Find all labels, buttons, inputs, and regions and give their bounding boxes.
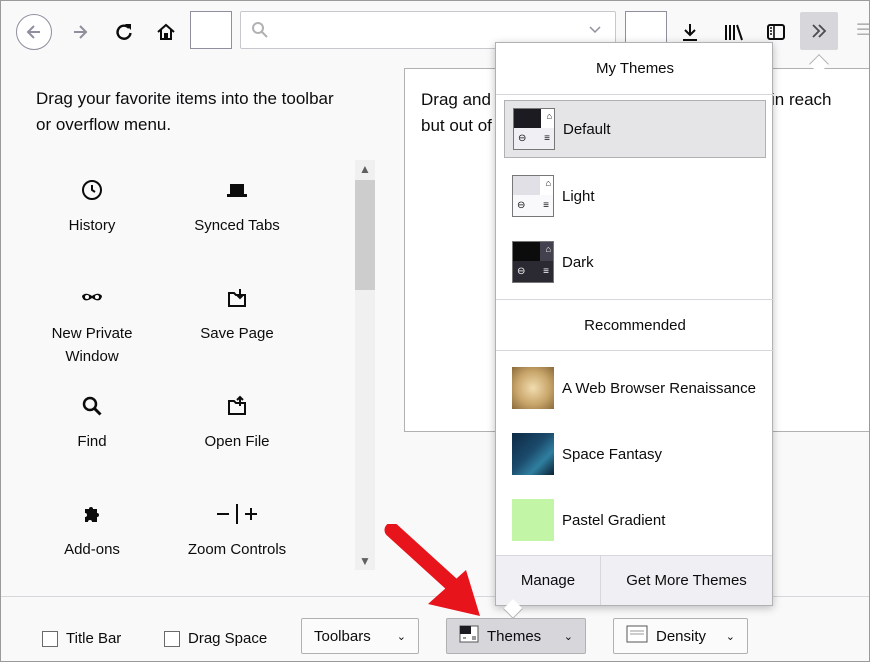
clock-icon bbox=[27, 178, 157, 206]
palette-item-label: Add-ons bbox=[64, 541, 120, 558]
forward-arrow-icon bbox=[74, 25, 88, 39]
recommended-heading: Recommended bbox=[584, 317, 686, 334]
my-themes-heading: My Themes bbox=[595, 60, 675, 77]
themes-popup: My Themes ⌂ ⊖ ≡ Default ⌂ ⊖ ≡ Light ⌂ ⊖ ≡ D… bbox=[495, 42, 774, 606]
theme-label: Space Fantasy bbox=[562, 445, 663, 463]
theme-space-fantasy[interactable]: Space Fantasy bbox=[504, 425, 766, 483]
default-theme-thumbnail: ⌂ ⊖ ≡ bbox=[513, 108, 555, 150]
magnifier-icon bbox=[27, 394, 157, 422]
checkbox-box[interactable] bbox=[164, 630, 180, 647]
open-file-icon bbox=[172, 394, 302, 422]
palette-item-label: New Private Window bbox=[51, 325, 133, 365]
palette-item-private-window[interactable]: New Private Window bbox=[27, 286, 157, 368]
palette-item-label: Zoom Controls bbox=[187, 541, 287, 558]
theme-label: Dark bbox=[562, 253, 594, 271]
density-icon bbox=[626, 625, 648, 647]
theme-label: Light bbox=[562, 187, 595, 205]
caret-down-icon: ⌄ bbox=[725, 630, 735, 643]
dark-theme-thumbnail: ⌂ ⊖ ≡ bbox=[512, 241, 554, 283]
sidebar-icon bbox=[767, 24, 785, 40]
back-button[interactable] bbox=[16, 14, 52, 50]
palette-item-history[interactable]: History bbox=[27, 178, 157, 237]
menu-edge-icon[interactable]: ☰ bbox=[856, 20, 870, 40]
overflow-chevrons-icon bbox=[812, 24, 827, 38]
scroll-up-icon[interactable]: ▲ bbox=[359, 162, 371, 176]
title-bar-checkbox[interactable]: Title Bar bbox=[42, 630, 121, 647]
drag-space-checkbox[interactable]: Drag Space bbox=[164, 630, 267, 647]
reload-icon bbox=[116, 24, 132, 40]
separator bbox=[496, 94, 774, 95]
palette-item-label: Find bbox=[77, 433, 107, 450]
theme-default[interactable]: ⌂ ⊖ ≡ Default bbox=[504, 100, 766, 158]
chevron-down-icon[interactable] bbox=[587, 21, 603, 37]
private-mask-icon bbox=[27, 286, 157, 314]
puzzle-icon bbox=[27, 502, 157, 530]
separator bbox=[496, 350, 774, 351]
light-theme-thumbnail: ⌂ ⊖ ≡ bbox=[512, 175, 554, 217]
manage-themes-button[interactable]: Manage bbox=[496, 556, 601, 605]
themes-popup-footer: Manage Get More Themes bbox=[496, 555, 772, 605]
theme-pastel-gradient[interactable]: Pastel Gradient bbox=[504, 491, 766, 549]
checkbox-box[interactable] bbox=[42, 630, 58, 647]
zoom-icon bbox=[172, 502, 302, 530]
home-button[interactable] bbox=[150, 16, 182, 48]
flexible-space-placeholder[interactable] bbox=[190, 11, 232, 49]
reload-button[interactable] bbox=[108, 16, 140, 48]
palette-item-label: History bbox=[68, 217, 116, 234]
palette-item-label: Open File bbox=[204, 433, 270, 450]
red-annotation-arrow-icon bbox=[384, 524, 480, 616]
checkbox-label: Drag Space bbox=[188, 630, 268, 647]
overflow-panel-text: Drag and but out of bbox=[421, 90, 492, 135]
palette-item-save-page[interactable]: Save Page bbox=[172, 286, 302, 345]
back-arrow-icon bbox=[26, 25, 40, 39]
theme-light[interactable]: ⌂ ⊖ ≡ Light bbox=[504, 167, 766, 225]
caret-down-icon: ⌄ bbox=[563, 630, 573, 643]
theme-renaissance[interactable]: A Web Browser Renaissance bbox=[504, 359, 766, 417]
theme-dark[interactable]: ⌂ ⊖ ≡ Dark bbox=[504, 233, 766, 291]
separator bbox=[496, 299, 774, 300]
palette-item-open-file[interactable]: Open File bbox=[172, 394, 302, 453]
theme-label: A Web Browser Renaissance bbox=[562, 379, 756, 397]
palette-item-zoom-controls[interactable]: Zoom Controls bbox=[172, 502, 302, 561]
save-page-icon bbox=[172, 286, 302, 314]
palette-instructions: Drag your favorite items into the toolba… bbox=[36, 89, 334, 134]
home-icon bbox=[157, 23, 175, 40]
dropdown-label: Toolbars bbox=[314, 627, 371, 645]
palette-item-synced-tabs[interactable]: Synced Tabs bbox=[172, 178, 302, 237]
checkbox-label: Title Bar bbox=[66, 630, 122, 647]
palette-item-label: Synced Tabs bbox=[194, 217, 280, 234]
forward-button[interactable] bbox=[64, 16, 96, 48]
scroll-thumb[interactable] bbox=[355, 180, 375, 290]
theme-label: Default bbox=[563, 120, 611, 138]
dropdown-label: Themes bbox=[487, 627, 542, 645]
overflow-panel-text-right: in reach bbox=[771, 90, 832, 109]
palette-item-label: Save Page bbox=[200, 325, 274, 342]
dropdown-label: Density bbox=[656, 627, 707, 645]
space-fantasy-thumbnail bbox=[512, 433, 554, 475]
theme-label: Pastel Gradient bbox=[562, 511, 666, 529]
search-icon bbox=[252, 22, 268, 38]
palette-item-find[interactable]: Find bbox=[27, 394, 157, 453]
library-icon bbox=[725, 24, 743, 41]
pastel-gradient-thumbnail bbox=[512, 499, 554, 541]
themes-icon bbox=[459, 625, 479, 647]
renaissance-thumbnail bbox=[512, 367, 554, 409]
caret-down-icon: ⌄ bbox=[396, 630, 406, 643]
get-more-themes-button[interactable]: Get More Themes bbox=[601, 556, 772, 605]
download-icon bbox=[683, 24, 697, 41]
palette-scrollbar[interactable]: ▲ ▼ bbox=[355, 160, 375, 570]
overflow-menu-button[interactable] bbox=[800, 12, 838, 50]
scroll-down-icon[interactable]: ▼ bbox=[359, 554, 371, 568]
palette-item-add-ons[interactable]: Add-ons bbox=[27, 502, 157, 561]
density-dropdown[interactable]: Density ⌄ bbox=[613, 618, 748, 654]
synced-tabs-icon bbox=[172, 178, 302, 206]
